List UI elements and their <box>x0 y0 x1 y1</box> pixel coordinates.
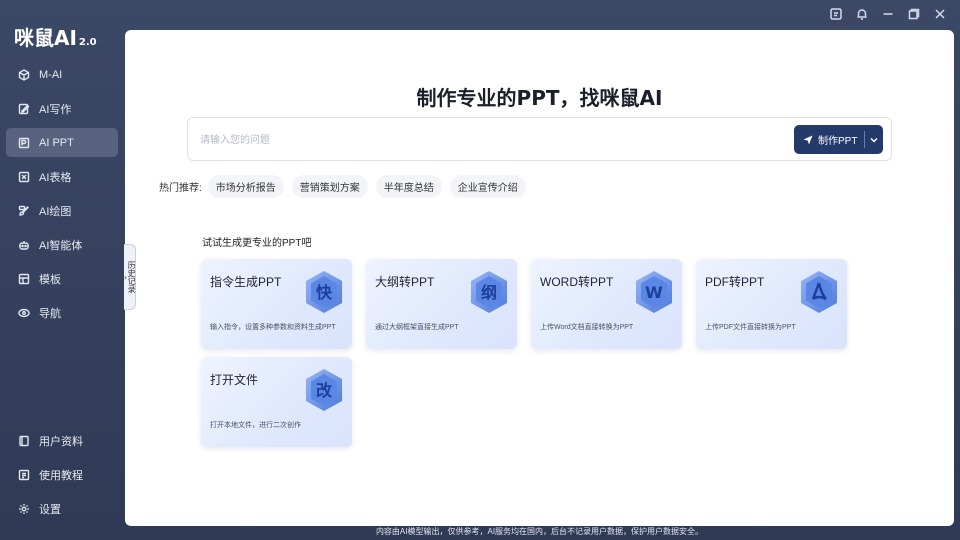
card-glyph: 快 <box>316 283 333 302</box>
sidebar-item-label: AI表格 <box>39 171 72 184</box>
edit-hex-icon: 改 <box>306 369 342 411</box>
cube-icon <box>17 68 31 82</box>
card-open-file[interactable]: 打开文件 改 打开本地文件，进行二次创作 <box>201 357 352 447</box>
user-doc-icon <box>17 434 31 448</box>
card-desc: 上传Word文档直接转换为PPT <box>540 324 634 331</box>
sidebar-item-label: AI智能体 <box>39 239 83 252</box>
card-title: 指令生成PPT <box>210 275 282 289</box>
make-ppt-main[interactable]: 制作PPT <box>794 125 864 154</box>
feedback-icon[interactable] <box>828 6 844 22</box>
sidebar-item-template[interactable]: 模板 <box>6 264 118 293</box>
card-glyph: 纲 <box>481 283 497 302</box>
hot-recommendations: 热门推荐: 市场分析报告 营销策划方案 半年度总结 企业宣传介绍 <box>159 175 534 198</box>
search-input[interactable] <box>200 130 760 150</box>
app-logo-text: 咪鼠AI <box>14 26 77 50</box>
edit-icon <box>17 102 31 116</box>
window-controls <box>828 6 948 22</box>
card-title: WORD转PPT <box>540 275 614 289</box>
sidebar-item-ai-writing[interactable]: AI写作 <box>6 94 118 123</box>
hot-chip[interactable]: 营销策划方案 <box>291 175 368 198</box>
card-glyph: W <box>645 283 663 302</box>
card-word-ppt[interactable]: WORD转PPT W 上传Word文档直接转换为PPT <box>531 259 682 349</box>
sidebar-item-ai-table[interactable]: AI表格 <box>6 162 118 191</box>
ppt-icon <box>17 136 31 150</box>
paint-icon <box>17 204 31 218</box>
make-ppt-dropdown[interactable] <box>865 125 883 154</box>
chevron-down-icon <box>870 137 878 143</box>
template-icon <box>17 272 31 286</box>
footer-disclaimer: 内容由AI模型输出，仅供参考，AI服务均在国内，后台不记录用户数据，保护用户数据… <box>375 527 704 536</box>
sidebar-item-label: 用户资料 <box>39 435 83 448</box>
sidebar-item-label: AI绘图 <box>39 205 72 218</box>
restore-icon[interactable] <box>906 6 922 22</box>
sidebar-item-ai-painting[interactable]: AI绘图 <box>6 196 118 225</box>
table-icon <box>17 170 31 184</box>
card-title: 大纲转PPT <box>375 275 435 289</box>
send-icon <box>803 135 813 144</box>
sidebar-item-user-profile[interactable]: 用户资料 <box>6 426 118 455</box>
main-panel: 制作专业的PPT，找咪鼠AI 制作PPT 热门推荐: 市场分析报告 营销策划方案… <box>125 30 954 526</box>
sidebar-item-label: 设置 <box>39 503 61 516</box>
card-outline-ppt[interactable]: 大纲转PPT 纲 通过大纲框架直接生成PPT <box>366 259 517 349</box>
page-title: 制作专业的PPT，找咪鼠AI <box>416 86 663 110</box>
navigation-icon <box>17 306 31 320</box>
notification-bell-icon[interactable] <box>854 6 870 22</box>
card-title: 打开文件 <box>210 373 259 387</box>
make-ppt-button[interactable]: 制作PPT <box>794 125 883 154</box>
app-version: 2.0 <box>78 37 97 48</box>
hot-chip[interactable]: 企业宣传介绍 <box>449 175 526 198</box>
card-desc: 通过大纲框架直接生成PPT <box>375 324 459 331</box>
sidebar-item-settings[interactable]: 设置 <box>6 494 118 523</box>
sidebar-item-ai-agent[interactable]: AI智能体 <box>6 230 118 259</box>
sidebar-item-label: 模板 <box>39 273 61 286</box>
card-desc: 输入指令，设置多种参数和资料生成PPT <box>210 324 336 331</box>
sidebar-item-ai-ppt[interactable]: AI PPT <box>6 128 118 157</box>
quick-hex-icon: 快 <box>306 271 342 313</box>
card-pdf-ppt[interactable]: PDF转PPT 上传PDF文件直接转换为PPT <box>696 259 847 349</box>
hot-label: 热门推荐: <box>159 183 202 194</box>
chevron-right-icon: › <box>123 273 128 282</box>
card-desc: 上传PDF文件直接转换为PPT <box>705 324 796 331</box>
close-icon[interactable] <box>932 6 948 22</box>
card-glyph: 改 <box>316 381 333 400</box>
sidebar-item-label: AI PPT <box>39 136 74 149</box>
sidebar-item-label: 使用教程 <box>39 469 83 482</box>
card-instruction-ppt[interactable]: 指令生成PPT 快 输入指令，设置多种参数和资料生成PPT <box>201 259 352 349</box>
sidebar-item-label: 导航 <box>39 307 61 320</box>
history-tab[interactable]: 历史记录 › <box>124 244 136 310</box>
history-tab-label: 历史记录 <box>127 261 137 293</box>
sidebar-item-label: AI写作 <box>39 103 72 116</box>
hot-chip[interactable]: 市场分析报告 <box>207 175 284 198</box>
try-label: 试试生成更专业的PPT吧 <box>202 238 312 249</box>
settings-icon <box>17 502 31 516</box>
card-title: PDF转PPT <box>705 275 765 289</box>
word-hex-icon: W <box>636 271 672 313</box>
robot-icon <box>17 238 31 252</box>
tutorial-icon <box>17 468 31 482</box>
make-ppt-label: 制作PPT <box>818 136 858 147</box>
sidebar-item-navigation[interactable]: 导航 <box>6 298 118 327</box>
app-logo: 咪鼠AI 2.0 <box>14 22 97 51</box>
hot-chip[interactable]: 半年度总结 <box>375 175 442 198</box>
pdf-hex-icon <box>801 271 837 313</box>
search-box: 制作PPT <box>187 117 892 161</box>
sidebar-item-tutorial[interactable]: 使用教程 <box>6 460 118 489</box>
sidebar-item-m-ai[interactable]: M-AI <box>6 60 118 89</box>
sidebar-item-label: M-AI <box>39 68 63 81</box>
minimize-icon[interactable] <box>880 6 896 22</box>
outline-hex-icon: 纲 <box>471 271 507 313</box>
card-desc: 打开本地文件，进行二次创作 <box>210 422 301 429</box>
